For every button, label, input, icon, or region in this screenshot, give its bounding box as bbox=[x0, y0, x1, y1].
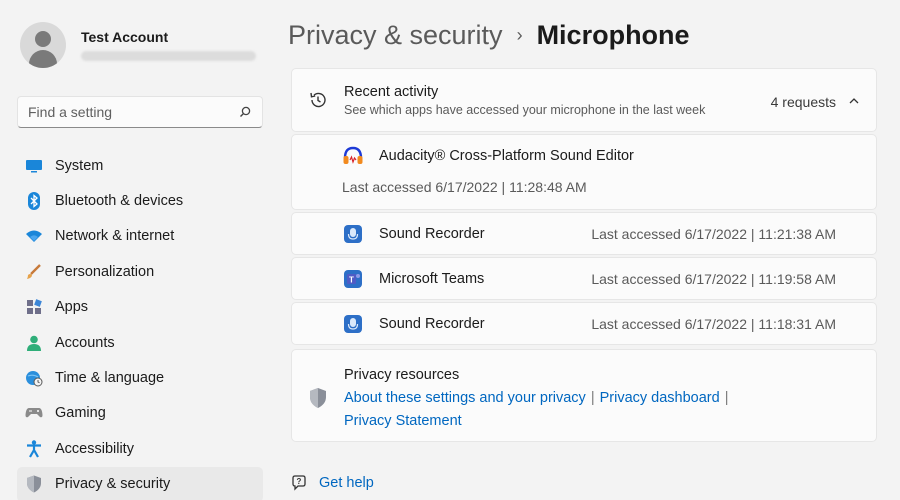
link-separator: | bbox=[724, 390, 729, 406]
sidebar-item-label: Network & internet bbox=[55, 228, 175, 245]
sidebar: Test Account System Bluetooth & devices bbox=[0, 0, 275, 500]
profile-email-redacted bbox=[81, 51, 256, 61]
app-name: Sound Recorder bbox=[379, 225, 485, 242]
sidebar-item-time-language[interactable]: Time & language bbox=[17, 360, 263, 395]
link-separator: | bbox=[590, 390, 595, 406]
last-accessed: Last accessed 6/17/2022 | 11:19:58 AM bbox=[591, 270, 836, 287]
privacy-statement-link[interactable]: Privacy Statement bbox=[344, 413, 462, 429]
breadcrumb: Privacy & security › Microphone bbox=[288, 20, 690, 51]
get-help-link[interactable]: Get help bbox=[319, 475, 374, 491]
activity-entry: Audacity® Cross-Platform Sound Editor La… bbox=[291, 134, 877, 210]
last-accessed: Last accessed 6/17/2022 | 11:18:31 AM bbox=[591, 315, 836, 332]
last-accessed: Last accessed 6/17/2022 | 11:28:48 AM bbox=[342, 179, 587, 195]
recent-activity-description: See which apps have accessed your microp… bbox=[344, 102, 706, 117]
search-input[interactable] bbox=[28, 104, 238, 120]
sidebar-item-label: Personalization bbox=[55, 263, 155, 280]
sidebar-nav: System Bluetooth & devices Network & int… bbox=[17, 148, 263, 500]
privacy-resources-title: Privacy resources bbox=[344, 367, 460, 383]
breadcrumb-separator: › bbox=[516, 25, 523, 45]
about-privacy-link[interactable]: About these settings and your privacy bbox=[344, 390, 586, 406]
globe-clock-icon bbox=[25, 369, 43, 387]
page-title: Microphone bbox=[536, 20, 690, 50]
app-name: Audacity® Cross-Platform Sound Editor bbox=[379, 148, 634, 164]
sidebar-item-privacy-security[interactable]: Privacy & security bbox=[17, 466, 263, 500]
sidebar-item-label: Time & language bbox=[55, 370, 165, 387]
wifi-icon bbox=[25, 227, 43, 245]
last-accessed: Last accessed 6/17/2022 | 11:21:38 AM bbox=[591, 225, 836, 242]
shield-icon bbox=[310, 388, 326, 408]
sidebar-item-accounts[interactable]: Accounts bbox=[17, 325, 263, 360]
teams-icon: T bbox=[342, 268, 364, 290]
sidebar-item-label: Accessibility bbox=[55, 440, 134, 457]
monitor-icon bbox=[25, 157, 43, 175]
privacy-resources-card: Privacy resources About these settings a… bbox=[291, 349, 877, 442]
headphones-icon bbox=[342, 145, 364, 167]
sidebar-item-apps[interactable]: Apps bbox=[17, 290, 263, 325]
breadcrumb-parent[interactable]: Privacy & security bbox=[288, 20, 503, 51]
sidebar-item-label: Bluetooth & devices bbox=[55, 193, 184, 210]
activity-entry: Sound Recorder Last accessed 6/17/2022 |… bbox=[291, 302, 877, 345]
sidebar-item-network[interactable]: Network & internet bbox=[17, 219, 263, 254]
sidebar-item-label: Gaming bbox=[55, 405, 106, 422]
sidebar-item-gaming[interactable]: Gaming bbox=[17, 396, 263, 431]
shield-icon bbox=[25, 475, 43, 493]
app-name: Sound Recorder bbox=[379, 315, 485, 332]
activity-entry: T Microsoft Teams Last accessed 6/17/202… bbox=[291, 257, 877, 300]
request-count: 4 requests bbox=[770, 94, 836, 110]
privacy-dashboard-link[interactable]: Privacy dashboard bbox=[600, 390, 720, 406]
chevron-up-icon[interactable] bbox=[848, 96, 860, 106]
sidebar-item-label: Privacy & security bbox=[55, 476, 171, 493]
svg-text:T: T bbox=[349, 275, 354, 284]
svg-text:?: ? bbox=[297, 477, 302, 486]
sidebar-item-label: Accounts bbox=[55, 334, 115, 351]
search-box[interactable] bbox=[17, 96, 263, 128]
app-name: Microsoft Teams bbox=[379, 270, 485, 287]
recent-activity-section: Recent activity See which apps have acce… bbox=[291, 68, 877, 345]
avatar bbox=[20, 22, 66, 68]
person-icon bbox=[25, 334, 43, 352]
user-profile[interactable]: Test Account bbox=[20, 22, 256, 68]
recent-activity-title: Recent activity bbox=[344, 83, 439, 100]
apps-icon bbox=[25, 298, 43, 316]
sidebar-item-bluetooth[interactable]: Bluetooth & devices bbox=[17, 183, 263, 218]
brush-icon bbox=[25, 263, 43, 281]
history-icon bbox=[310, 92, 326, 108]
sidebar-item-accessibility[interactable]: Accessibility bbox=[17, 431, 263, 466]
sound-recorder-icon bbox=[342, 223, 364, 245]
sidebar-item-label: Apps bbox=[55, 299, 89, 316]
profile-name: Test Account bbox=[81, 29, 169, 45]
recent-activity-header[interactable]: Recent activity See which apps have acce… bbox=[291, 68, 877, 132]
gamepad-icon bbox=[25, 404, 43, 422]
sidebar-item-personalization[interactable]: Personalization bbox=[17, 254, 263, 289]
sound-recorder-icon bbox=[342, 313, 364, 335]
sidebar-item-system[interactable]: System bbox=[17, 148, 263, 183]
sidebar-item-label: System bbox=[55, 157, 104, 174]
activity-entry: Sound Recorder Last accessed 6/17/2022 |… bbox=[291, 212, 877, 255]
help-icon: ? bbox=[292, 475, 306, 491]
get-help[interactable]: ? Get help bbox=[291, 475, 374, 491]
accessibility-icon bbox=[25, 440, 43, 458]
search-icon[interactable] bbox=[238, 105, 252, 119]
bluetooth-icon bbox=[25, 192, 43, 211]
